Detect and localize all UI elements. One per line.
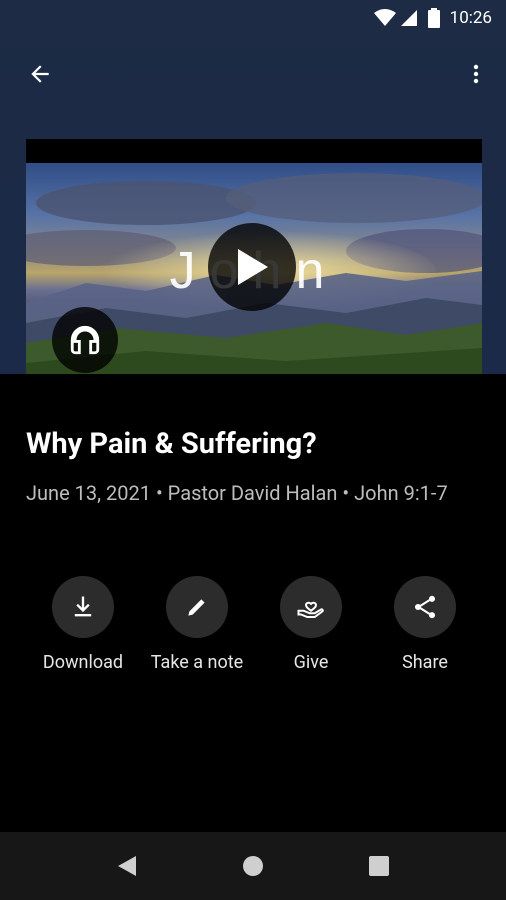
sermon-meta: June 13, 2021 • Pastor David Halan • Joh… [26, 481, 448, 505]
download-action[interactable]: Download [26, 576, 140, 673]
take-note-button[interactable] [166, 576, 228, 638]
nav-home-circle-icon [243, 856, 263, 876]
play-icon [238, 249, 268, 285]
give-hand-heart-icon [297, 601, 324, 618]
share-button[interactable] [394, 576, 456, 638]
more-vert-icon [473, 64, 479, 84]
system-nav-bar [0, 832, 506, 900]
nav-recents-button[interactable] [362, 849, 396, 883]
take-note-action[interactable]: Take a note [140, 576, 254, 673]
take-note-label: Take a note [150, 652, 244, 673]
give-label: Give [293, 652, 329, 673]
share-action[interactable]: Share [368, 576, 482, 673]
pencil-icon [188, 599, 205, 616]
sermon-title: Why Pain & Suffering? [26, 427, 317, 461]
nav-back-triangle-icon [118, 856, 136, 876]
nav-recents-square-icon [369, 856, 389, 876]
download-label: Download [42, 652, 124, 673]
back-button[interactable] [18, 52, 62, 96]
back-arrow-icon [31, 65, 49, 83]
nav-back-button[interactable] [110, 849, 144, 883]
status-time: 10:26 [449, 8, 492, 28]
wifi-icon [373, 9, 396, 27]
headphones-icon [70, 325, 100, 355]
audio-only-button[interactable] [52, 307, 118, 373]
play-button[interactable] [208, 223, 296, 311]
share-icon [414, 595, 436, 619]
share-label: Share [402, 652, 448, 673]
download-icon [74, 596, 92, 617]
action-row: Download Take a note Give Share [26, 576, 482, 686]
give-button[interactable] [280, 576, 342, 638]
nav-home-button[interactable] [236, 849, 270, 883]
give-action[interactable]: Give [254, 576, 368, 673]
app-bar [0, 36, 506, 112]
cellular-signal-icon [400, 9, 418, 27]
more-options-button[interactable] [454, 52, 498, 96]
status-bar: 10:26 [0, 0, 506, 36]
media-player: John [26, 139, 482, 374]
download-button[interactable] [52, 576, 114, 638]
battery-icon [427, 8, 440, 28]
